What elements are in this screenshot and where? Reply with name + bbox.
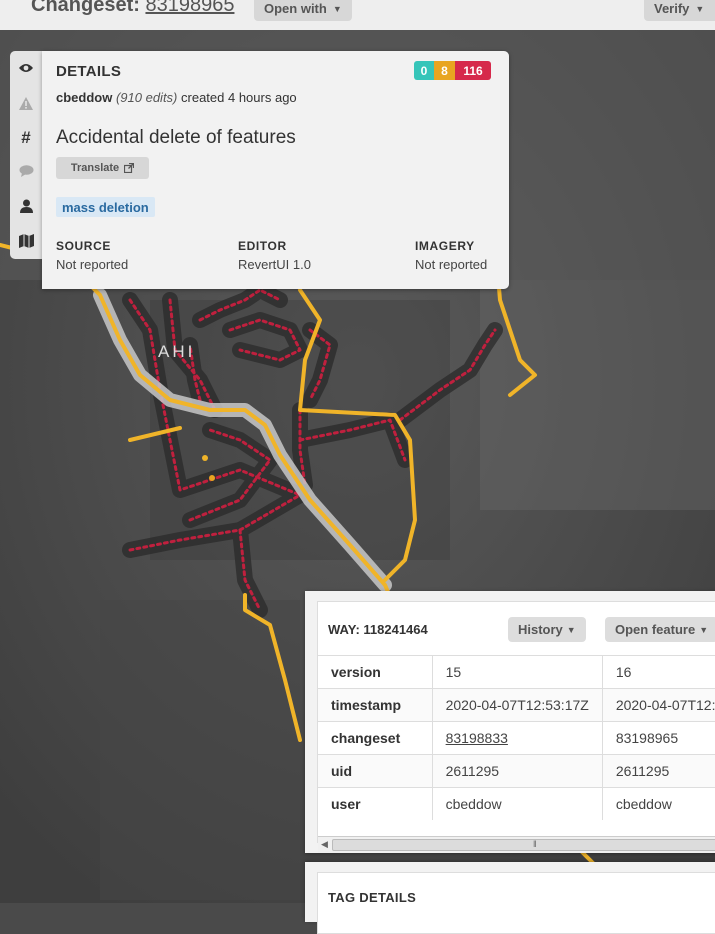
imagery-key: IMAGERY [415,239,475,253]
new-value: 16 [602,655,715,689]
editor-key: EDITOR [238,239,287,253]
chevron-down-icon: ▼ [332,3,342,14]
scroll-left-icon[interactable]: ◀ [321,839,328,850]
author-line: cbeddow (910 edits) created 4 hours ago [56,90,297,105]
history-button[interactable]: History ▼ [508,617,586,642]
comment-icon[interactable] [10,156,42,186]
row-key: uid [318,754,433,788]
row-key: changeset [318,721,433,755]
open-feature-label: Open feature [615,622,696,637]
new-value: 83198965 [602,721,715,755]
row-key: user [318,787,433,820]
author-username[interactable]: cbeddow [56,90,112,105]
warning-icon[interactable] [10,88,42,118]
hash-icon[interactable]: # [10,123,42,153]
editor-value: RevertUI 1.0 [238,257,311,272]
verify-label: Verify [654,1,690,16]
new-value: 2611295 [602,754,715,788]
editor-meta: EDITOR RevertUI 1.0 [238,239,311,272]
source-key: SOURCE [56,239,111,253]
old-changeset-link[interactable]: 83198833 [432,721,603,755]
tag-details-card: TAG DETAILS [317,872,715,934]
verify-button[interactable]: Verify ▼ [644,0,715,21]
attributes-table: version 15 16 timestamp 2020-04-07T12:53… [318,655,715,820]
old-value: cbeddow [432,787,603,820]
details-panel: DETAILS 0 8 116 cbeddow (910 edits) crea… [42,51,509,289]
translate-label: Translate [70,162,120,174]
chevron-down-icon: ▼ [695,3,705,14]
old-value: 2611295 [432,754,603,788]
table-row: changeset 83198833 83198965 [318,721,715,755]
eye-icon[interactable] [10,53,42,83]
changeset-label: Changeset: [31,0,140,16]
open-with-button[interactable]: Open with ▼ [254,0,352,21]
table-row: timestamp 2020-04-07T12:53:17Z 2020-04-0… [318,688,715,722]
scrollbar-thumb[interactable]: ‖ [332,839,715,851]
imagery-meta: IMAGERY Not reported [415,239,487,272]
added-count-badge: 0 [414,61,434,80]
details-title: DETAILS [56,63,122,80]
created-time: created 4 hours ago [181,90,297,105]
external-link-icon [124,163,135,173]
table-row: version 15 16 [318,655,715,689]
history-label: History [518,622,563,637]
open-with-label: Open with [264,1,327,16]
row-key: timestamp [318,688,433,722]
map-place-label: AHI [158,342,195,361]
deleted-count-badge: 116 [455,61,491,80]
grip-icon: ‖ [533,839,537,849]
row-key: version [318,655,433,689]
changeset-title: Changeset: 83198965 [31,0,234,17]
chevron-down-icon: ▼ [699,624,709,635]
imagery-value: Not reported [415,257,488,272]
way-title: WAY: 118241464 [328,622,428,637]
changeset-comment: Accidental delete of features [56,127,296,148]
translate-button[interactable]: Translate [56,157,149,179]
modified-count-badge: 8 [434,61,455,80]
tag-details-panel: TAG DETAILS [305,862,715,934]
sidebar: # [10,51,42,259]
author-edit-count: (910 edits) [115,90,178,105]
open-feature-button[interactable]: Open feature ▼ [605,617,715,642]
old-value: 2020-04-07T12:53:17Z [432,688,603,722]
table-row: user cbeddow cbeddow [318,787,715,820]
way-panel: WAY: 118241464 History ▼ Open feature ▼ … [305,591,715,853]
source-meta: SOURCE Not reported [56,239,128,272]
old-value: 15 [432,655,603,689]
mass-deletion-tag[interactable]: mass deletion [56,197,155,217]
user-icon[interactable] [10,191,42,221]
change-counts: 0 8 116 [414,61,491,80]
chevron-down-icon: ▼ [566,624,576,635]
top-bar: Changeset: 83198965 Open with ▼ Verify ▼ [0,0,715,30]
way-card: WAY: 118241464 History ▼ Open feature ▼ … [317,601,715,853]
horizontal-scrollbar[interactable]: ◀ ‖ [318,836,715,853]
source-value: Not reported [56,257,129,272]
table-row: uid 2611295 2611295 [318,754,715,788]
map-icon[interactable] [10,226,42,256]
new-value: cbeddow [602,787,715,820]
changeset-id-link[interactable]: 83198965 [145,0,234,16]
new-value: 2020-04-07T12: [602,688,715,722]
